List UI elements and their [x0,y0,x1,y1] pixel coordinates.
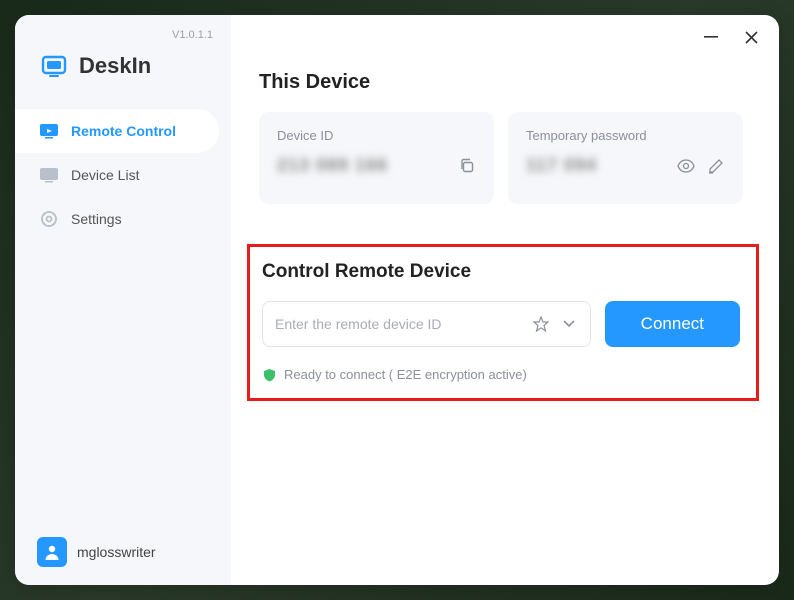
gear-icon [39,211,59,227]
sidebar-nav: Remote Control Device List Settings [15,109,231,241]
chevron-down-icon[interactable] [560,315,578,333]
close-button[interactable] [743,29,759,45]
brand-block: DeskIn [15,41,231,109]
remote-control-icon [39,123,59,139]
remote-id-input[interactable] [275,316,532,332]
version-label: V1.0.1.1 [15,25,231,41]
sidebar-user-block[interactable]: mglosswriter [15,519,231,585]
password-card: Temporary password 117 094 [508,112,743,204]
sidebar-item-label: Device List [71,167,139,183]
copy-icon[interactable] [458,157,476,175]
this-device-title: This Device [259,71,743,94]
shield-icon [262,368,276,382]
device-id-value: 213 089 166 [277,155,388,176]
this-device-cards: Device ID 213 089 166 Temporary password… [259,112,743,204]
device-id-card: Device ID 213 089 166 [259,112,494,204]
password-label: Temporary password [526,128,725,143]
sidebar: V1.0.1.1 DeskIn Remote Control [15,15,231,585]
control-remote-title: Control Remote Device [262,261,740,283]
avatar [37,537,67,567]
device-id-label: Device ID [277,128,476,143]
brand-name: DeskIn [79,53,151,79]
username-label: mglosswriter [77,544,156,560]
sidebar-item-settings[interactable]: Settings [15,197,231,241]
brand-logo-icon [39,51,69,81]
main-panel: This Device Device ID 213 089 166 Tempor… [231,15,779,585]
titlebar-controls [703,29,759,45]
eye-icon[interactable] [677,157,695,175]
connect-button[interactable]: Connect [605,301,740,347]
status-text: Ready to connect ( E2E encryption active… [284,367,527,382]
remote-id-input-wrap [262,301,591,347]
edit-icon[interactable] [707,157,725,175]
app-window: V1.0.1.1 DeskIn Remote Control [15,15,779,585]
sidebar-item-label: Settings [71,211,122,227]
sidebar-item-remote-control[interactable]: Remote Control [15,109,219,153]
device-list-icon [39,167,59,183]
sidebar-item-device-list[interactable]: Device List [15,153,231,197]
highlight-annotation: Control Remote Device Connect [247,244,759,401]
star-icon[interactable] [532,315,550,333]
sidebar-item-label: Remote Control [71,123,176,139]
minimize-button[interactable] [703,29,719,45]
connection-status: Ready to connect ( E2E encryption active… [262,367,740,382]
password-value: 117 094 [526,155,597,176]
